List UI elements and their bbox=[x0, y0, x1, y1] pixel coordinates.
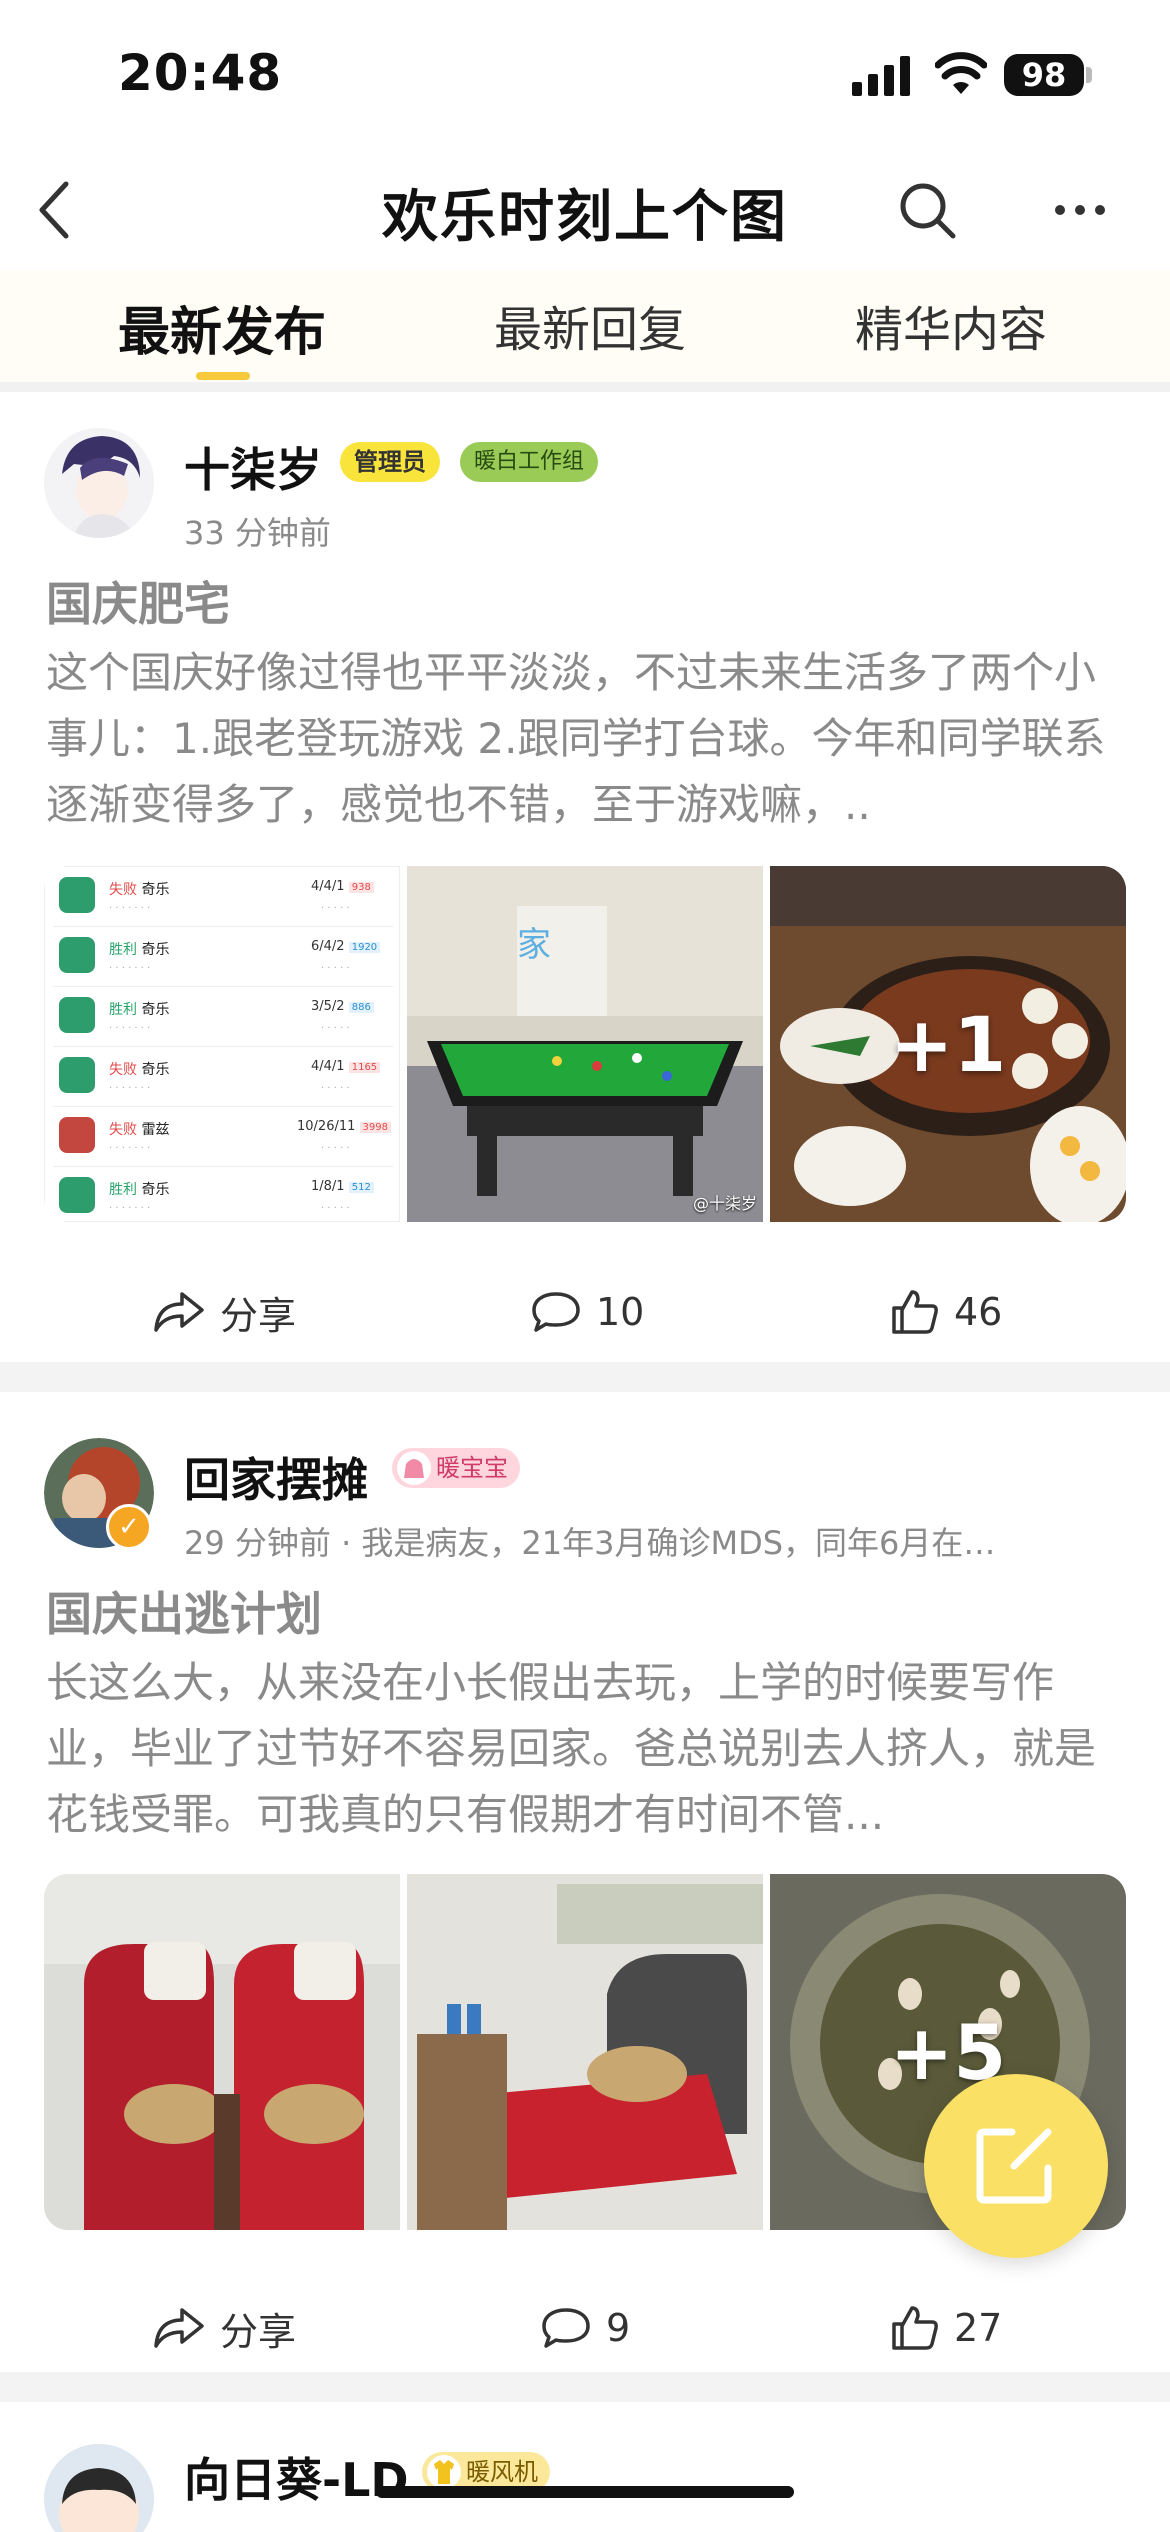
like-button[interactable]: 27 bbox=[890, 2278, 1002, 2378]
thumbs-up-icon bbox=[892, 1290, 938, 1334]
post-meta: 29 分钟前 · 我是病友，21年3月确诊MDS，同年6月在… bbox=[184, 1524, 996, 1562]
share-button[interactable]: 分享 bbox=[152, 1262, 296, 1362]
share-icon bbox=[154, 2308, 204, 2348]
username[interactable]: 回家摆摊 bbox=[184, 1444, 368, 1510]
nav-bar: 欢乐时刻上个图 bbox=[0, 150, 1170, 270]
share-label: 分享 bbox=[220, 1293, 297, 1338]
battery-indicator: 98 bbox=[1004, 54, 1092, 96]
wifi-icon bbox=[935, 52, 987, 94]
comment-count: 10 bbox=[596, 1290, 645, 1334]
game-record-row: 胜利 奇乐 · · · · · · · 3/5/2 886 · · · · · bbox=[53, 989, 393, 1047]
user-badge: 暖宝宝 bbox=[392, 1448, 520, 1488]
like-button[interactable]: 46 bbox=[890, 1262, 1002, 1362]
badge-icon bbox=[427, 2455, 461, 2489]
post-image[interactable]: 家 @十柒岁 bbox=[407, 866, 763, 1222]
comment-count: 9 bbox=[606, 2306, 631, 2350]
svg-text:家: 家 bbox=[517, 926, 551, 964]
post-image[interactable]: +1 bbox=[770, 866, 1126, 1222]
verified-icon: ✓ bbox=[106, 1504, 152, 1550]
edit-icon bbox=[976, 2128, 1052, 2204]
status-bar: 20:48 98 bbox=[0, 0, 1170, 150]
post-body[interactable]: 这个国庆好像过得也平平淡淡，不过未来生活多了两个小事儿：1.跟老登玩游戏 2.跟… bbox=[46, 640, 1126, 838]
comment-button[interactable]: 10 bbox=[530, 1262, 644, 1362]
search-icon[interactable] bbox=[895, 178, 959, 242]
badge-label: 暖宝宝 bbox=[436, 1454, 508, 1482]
post-body[interactable]: 长这么大，从来没在小长假出去玩，上学的时候要写作业，毕业了过节好不容易回家。爸总… bbox=[46, 1650, 1126, 1848]
page-title: 欢乐时刻上个图 bbox=[382, 185, 788, 250]
more-images-count[interactable]: +1 bbox=[770, 866, 1126, 1222]
game-record-row: 胜利 奇乐 · · · · · · · 6/4/2 1920 · · · · · bbox=[53, 929, 393, 987]
tab-latest-posts[interactable]: 最新发布 bbox=[118, 290, 326, 365]
comment-icon bbox=[542, 2308, 590, 2348]
tab-featured[interactable]: 精华内容 bbox=[855, 290, 1047, 360]
badge-icon bbox=[397, 1451, 431, 1485]
share-button[interactable]: 分享 bbox=[152, 2278, 296, 2378]
post-card[interactable]: 向日葵-LD 暖风机 bbox=[0, 2402, 1170, 2532]
username[interactable]: 向日葵-LD bbox=[184, 2444, 409, 2510]
divider bbox=[0, 382, 1170, 392]
post-time: 33 分钟前 bbox=[184, 514, 331, 552]
more-icon[interactable] bbox=[1050, 180, 1110, 240]
username[interactable]: 十柒岁 bbox=[184, 434, 322, 500]
post-images: 失败 奇乐 · · · · · · · 4/4/1 938 · · · · · … bbox=[44, 866, 1126, 1222]
post-separator bbox=[0, 2372, 1170, 2402]
post-card[interactable]: 十柒岁 管理员 暖白工作组 33 分钟前 国庆肥宅 这个国庆好像过得也平平淡淡，… bbox=[0, 392, 1170, 1362]
game-record-row: 失败 雷兹 · · · · · · · 10/26/11 3998 · · · … bbox=[53, 1109, 393, 1167]
game-record-row: 胜利 奇乐 · · · · · · · 1/8/1 512 · · · · · bbox=[53, 1169, 393, 1221]
avatar[interactable] bbox=[44, 428, 154, 538]
battery-level: 98 bbox=[1004, 54, 1084, 96]
share-icon bbox=[154, 1292, 204, 1332]
avatar[interactable] bbox=[44, 2444, 154, 2532]
admin-badge: 管理员 bbox=[340, 442, 440, 482]
post-title[interactable]: 国庆肥宅 bbox=[46, 568, 230, 634]
post-image[interactable] bbox=[44, 1874, 400, 2230]
image-watermark: @十柒岁 bbox=[692, 1194, 757, 1213]
post-title[interactable]: 国庆出逃计划 bbox=[46, 1578, 322, 1644]
post-image[interactable]: 失败 奇乐 · · · · · · · 4/4/1 938 · · · · · … bbox=[44, 866, 400, 1222]
thumbs-up-icon bbox=[892, 2306, 938, 2350]
badge-label: 暖风机 bbox=[466, 2458, 538, 2486]
home-indicator bbox=[376, 2486, 794, 2498]
post-actions: 分享 9 27 bbox=[0, 2278, 1170, 2378]
cellular-signal-icon bbox=[852, 56, 910, 96]
post-actions: 分享 10 46 bbox=[0, 1262, 1170, 1362]
like-count: 27 bbox=[954, 2306, 1003, 2350]
group-badge: 暖白工作组 bbox=[460, 442, 599, 482]
status-time: 20:48 bbox=[118, 44, 283, 102]
comment-icon bbox=[532, 1292, 580, 1332]
game-record-row: 失败 奇乐 · · · · · · · 4/4/1 938 · · · · · bbox=[53, 869, 393, 927]
post-image[interactable] bbox=[407, 1874, 763, 2230]
avatar[interactable]: ✓ bbox=[44, 1438, 154, 1550]
game-record-row: 失败 奇乐 · · · · · · · 4/4/1 1165 · · · · · bbox=[53, 1049, 393, 1107]
comment-button[interactable]: 9 bbox=[540, 2278, 630, 2378]
tab-bar: 最新发布 最新回复 精华内容 bbox=[0, 270, 1170, 382]
active-tab-indicator bbox=[196, 372, 250, 380]
tab-latest-replies[interactable]: 最新回复 bbox=[494, 290, 686, 360]
like-count: 46 bbox=[954, 1290, 1003, 1334]
compose-button[interactable] bbox=[924, 2074, 1108, 2258]
post-separator bbox=[0, 1362, 1170, 1392]
share-label: 分享 bbox=[220, 2309, 297, 2354]
